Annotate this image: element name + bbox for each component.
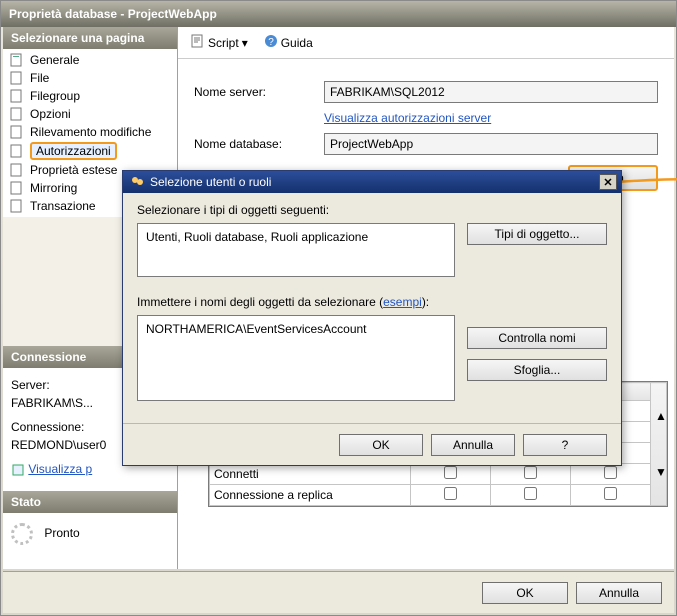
page-icon (9, 162, 25, 178)
page-icon (9, 70, 25, 86)
link-icon (11, 463, 25, 477)
server-permissions-link[interactable]: Visualizza autorizzazioni server (324, 111, 491, 125)
script-label: Script (208, 36, 239, 50)
sidebar-item-file[interactable]: File (5, 69, 175, 87)
modal-titlebar: Selezione utenti o ruoli ✕ (123, 171, 621, 193)
status-panel: Pronto (3, 513, 177, 569)
help-label: Guida (281, 36, 313, 50)
sidebar-item-label: Filegroup (30, 89, 80, 103)
sidebar-item-label: File (30, 71, 49, 85)
dropdown-icon: ▾ (242, 36, 248, 50)
browse-button[interactable]: Sfoglia... (467, 359, 607, 381)
object-names-box[interactable]: NORTHAMERICA\EventServicesAccount (137, 315, 455, 401)
view-properties-link[interactable]: Visualizza p (28, 462, 92, 476)
help-button[interactable]: ? Guida (259, 31, 318, 54)
dialog-footer: OK Annulla (3, 571, 674, 613)
sidebar-item-autorizzazioni[interactable]: Autorizzazioni (5, 141, 175, 161)
sidebar-item-label: Opzioni (30, 107, 71, 121)
modal-title: Selezione utenti o ruoli (150, 175, 271, 189)
perm-checkbox[interactable] (444, 466, 457, 479)
scrollbar[interactable]: ▲▼ (651, 383, 667, 506)
object-names-label: Immettere i nomi degli oggetti da selezi… (137, 295, 607, 309)
svg-text:?: ? (268, 37, 274, 48)
select-users-roles-dialog: Selezione utenti o ruoli ✕ Selezionare i… (122, 170, 622, 466)
window-title: Proprietà database - ProjectWebApp (9, 7, 217, 21)
ok-button[interactable]: OK (482, 582, 568, 604)
table-row: Connetti (210, 464, 667, 485)
object-types-box: Utenti, Ruoli database, Ruoli applicazio… (137, 223, 455, 277)
server-name-field[interactable] (324, 81, 658, 103)
perm-checkbox[interactable] (524, 466, 537, 479)
page-icon (9, 52, 25, 68)
perm-checkbox[interactable] (604, 466, 617, 479)
page-icon (9, 143, 25, 159)
sidebar-item-filegroup[interactable]: Filegroup (5, 87, 175, 105)
db-name-label: Nome database: (194, 137, 324, 151)
sidebar-item-generale[interactable]: Generale (5, 51, 175, 69)
object-types-button[interactable]: Tipi di oggetto... (467, 223, 607, 245)
sidebar-item-opzioni[interactable]: Opzioni (5, 105, 175, 123)
sidebar-item-rilevamento[interactable]: Rilevamento modifiche (5, 123, 175, 141)
perm-checkbox[interactable] (604, 487, 617, 500)
db-name-field[interactable] (324, 133, 658, 155)
page-icon (9, 106, 25, 122)
script-icon (191, 34, 205, 51)
users-icon (129, 174, 145, 190)
status-value: Pronto (44, 526, 79, 540)
sidebar-item-label: Rilevamento modifiche (30, 125, 151, 139)
modal-ok-button[interactable]: OK (339, 434, 423, 456)
sidebar-header: Selezionare una pagina (3, 27, 177, 49)
script-button[interactable]: Script ▾ (186, 31, 253, 54)
object-types-label: Selezionare i tipi di oggetti seguenti: (137, 203, 607, 217)
sidebar-item-label: Autorizzazioni (30, 142, 117, 160)
object-names-value: NORTHAMERICA\EventServicesAccount (146, 322, 367, 336)
page-icon (9, 88, 25, 104)
perm-checkbox[interactable] (524, 487, 537, 500)
sidebar-item-label: Mirroring (30, 181, 77, 195)
examples-link[interactable]: esempi (383, 295, 422, 309)
table-row: Connessione a replica (210, 485, 667, 506)
object-types-value: Utenti, Ruoli database, Ruoli applicazio… (146, 230, 368, 244)
modal-help-button[interactable]: ? (523, 434, 607, 456)
page-icon (9, 180, 25, 196)
sidebar-item-label: Generale (30, 53, 79, 67)
check-names-button[interactable]: Controlla nomi (467, 327, 607, 349)
server-name-label: Nome server: (194, 85, 324, 99)
perm-checkbox[interactable] (444, 487, 457, 500)
status-header: Stato (3, 491, 177, 513)
sidebar-item-label: Transazione (30, 199, 96, 213)
modal-footer: OK Annulla ? (123, 423, 621, 465)
sidebar-item-label: Proprietà estese (30, 163, 117, 177)
close-button[interactable]: ✕ (599, 174, 617, 190)
spinner-icon (11, 523, 33, 545)
toolbar: Script ▾ ? Guida (178, 27, 674, 59)
page-icon (9, 124, 25, 140)
page-icon (9, 198, 25, 214)
modal-cancel-button[interactable]: Annulla (431, 434, 515, 456)
help-icon: ? (264, 34, 278, 51)
cancel-button[interactable]: Annulla (576, 582, 662, 604)
window-titlebar: Proprietà database - ProjectWebApp (1, 1, 676, 27)
